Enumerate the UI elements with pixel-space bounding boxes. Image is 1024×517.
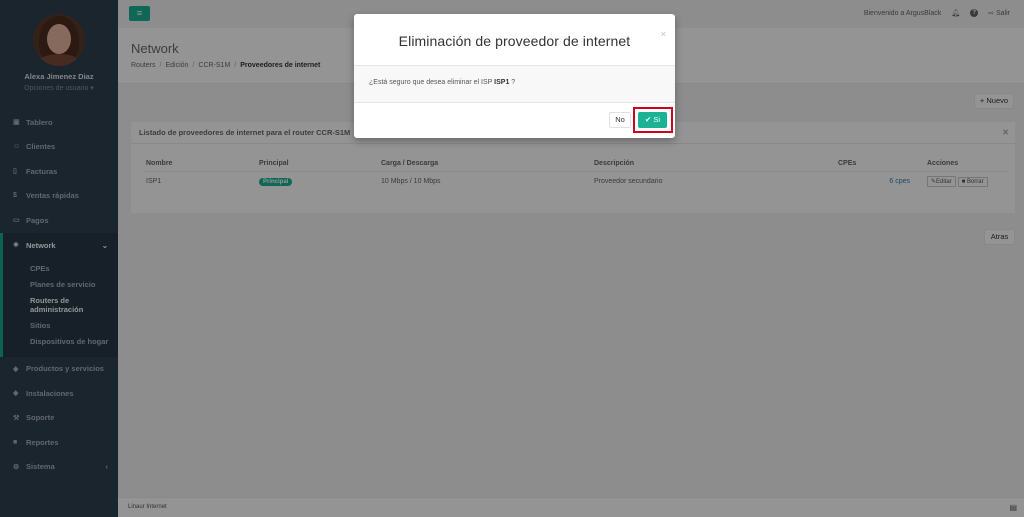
isp-name: ISP1 [494,79,510,86]
modal-title: Eliminación de proveedor de internet [398,33,631,49]
modal-body: ¿Está seguro que desea eliminar el ISP I… [354,66,675,103]
close-icon[interactable]: × [661,29,666,39]
no-button[interactable]: No [609,112,631,128]
yes-button[interactable]: ✔ Si [638,112,667,128]
check-icon: ✔ [644,115,652,124]
modal-header: Eliminación de proveedor de internet × [354,14,675,66]
